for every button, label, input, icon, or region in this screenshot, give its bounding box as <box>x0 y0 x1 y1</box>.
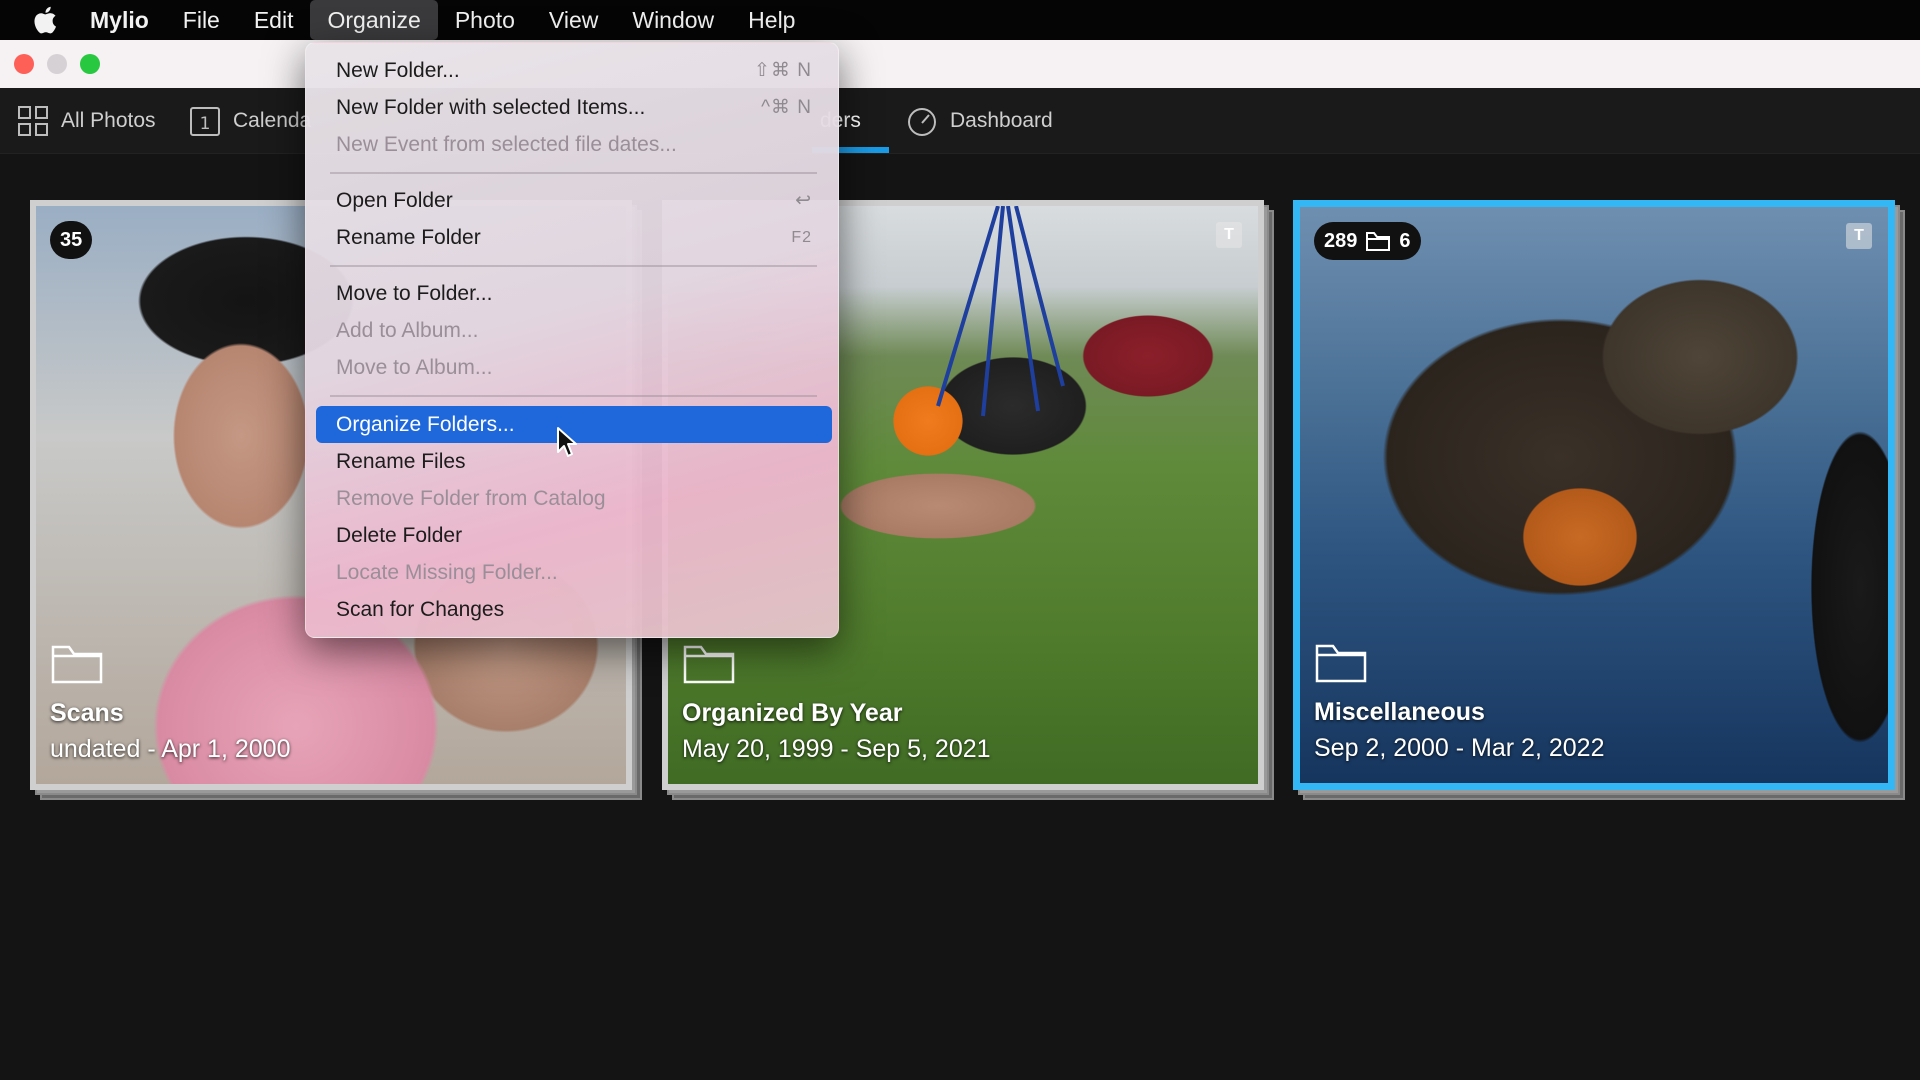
menu-item-scan-changes[interactable]: Scan for Changes <box>316 591 832 628</box>
menu-item-new-folder-selected[interactable]: New Folder with selected Items... ^⌘ N <box>316 89 832 126</box>
tab-all-photos-label: All Photos <box>61 109 156 132</box>
menu-item-label: Organize Folders... <box>336 412 515 436</box>
mouse-pointer-icon <box>557 427 577 457</box>
grid-icon <box>18 106 48 136</box>
menu-item-label: Rename Files <box>336 449 466 473</box>
menu-item-move-to-album: Move to Album... <box>316 349 832 386</box>
window-title-bar <box>0 40 1920 88</box>
shortcut-label: ^⌘ N <box>761 97 812 118</box>
menu-app-mylio[interactable]: Mylio <box>90 0 166 40</box>
menu-item-label: Open Folder <box>336 188 453 212</box>
organize-dropdown-menu: New Folder... ⇧⌘ N New Folder with selec… <box>305 42 839 638</box>
folder-icon <box>1315 644 1367 683</box>
close-window-button[interactable] <box>14 54 34 74</box>
menu-organize[interactable]: Organize <box>310 0 438 40</box>
menu-item-locate-missing: Locate Missing Folder... <box>316 554 832 591</box>
folder-grid: 35 Scans undated - Apr 1, 2000 T Organiz… <box>0 154 1920 1080</box>
menu-window[interactable]: Window <box>615 0 731 40</box>
menu-photo[interactable]: Photo <box>438 0 532 40</box>
zoom-window-button[interactable] <box>80 54 100 74</box>
folder-title: Organized By Year <box>682 699 903 727</box>
folder-date-range: undated - Apr 1, 2000 <box>50 735 291 763</box>
menu-item-remove-folder: Remove Folder from Catalog <box>316 480 832 517</box>
menu-item-label: New Folder... <box>336 58 460 82</box>
folder-date-range: Sep 2, 2000 - Mar 2, 2022 <box>1314 734 1605 762</box>
subfolder-icon <box>1366 232 1391 251</box>
menu-separator <box>330 265 817 267</box>
tab-all-photos[interactable]: All Photos <box>17 88 156 154</box>
menu-item-label: Add to Album... <box>336 318 479 342</box>
folder-card-frame-selected: 289 6 T Miscellaneous Sep 2, 2000 - Mar … <box>1293 200 1895 790</box>
menu-item-add-to-album: Add to Album... <box>316 312 832 349</box>
photo-count-badge: 289 6 <box>1314 222 1421 260</box>
folder-cover-photo: 289 6 T Miscellaneous Sep 2, 2000 - Mar … <box>1300 207 1888 783</box>
shortcut-label: F2 <box>791 228 812 246</box>
apple-logo-icon[interactable] <box>0 6 90 34</box>
shortcut-label: ⇧⌘ N <box>754 60 812 81</box>
menu-help[interactable]: Help <box>731 0 812 40</box>
tag-badge: T <box>1216 222 1242 248</box>
menu-item-label: Move to Folder... <box>336 281 493 305</box>
dashboard-gauge-icon <box>908 108 936 136</box>
photo-count: 289 <box>1324 229 1358 252</box>
menu-file[interactable]: File <box>166 0 237 40</box>
tab-dashboard[interactable]: Dashboard <box>906 88 1053 154</box>
menu-item-new-folder[interactable]: New Folder... ⇧⌘ N <box>316 52 832 89</box>
tag-badge: T <box>1846 223 1872 249</box>
menu-item-label: Rename Folder <box>336 225 481 249</box>
tab-dashboard-label: Dashboard <box>950 109 1053 132</box>
menu-item-label: New Event from selected file dates... <box>336 132 677 156</box>
menu-item-open-folder[interactable]: Open Folder ↩ <box>316 182 832 219</box>
menu-item-label: New Folder with selected Items... <box>336 95 646 119</box>
calendar-icon: 1 <box>190 107 220 136</box>
svg-text:1: 1 <box>200 114 211 134</box>
menu-view[interactable]: View <box>532 0 615 40</box>
menu-item-label: Delete Folder <box>336 523 463 547</box>
menu-item-rename-folder[interactable]: Rename Folder F2 <box>316 219 832 256</box>
system-menu-bar: Mylio File Edit Organize Photo View Wind… <box>0 0 1920 40</box>
menu-item-delete-folder[interactable]: Delete Folder <box>316 517 832 554</box>
subfolder-count: 6 <box>1399 229 1411 252</box>
menu-item-new-event: New Event from selected file dates... <box>316 126 832 163</box>
tab-calendar[interactable]: 1 Calenda <box>189 88 311 154</box>
zipline-straps-illustration <box>936 206 1065 417</box>
photo-count-badge: 35 <box>50 221 93 259</box>
folder-icon <box>683 645 735 684</box>
folder-card-miscellaneous[interactable]: 289 6 T Miscellaneous Sep 2, 2000 - Mar … <box>1293 200 1905 800</box>
menu-edit[interactable]: Edit <box>237 0 311 40</box>
folder-icon <box>51 645 103 684</box>
menu-separator <box>330 172 817 174</box>
menu-separator <box>330 395 817 397</box>
menu-item-move-to-folder[interactable]: Move to Folder... <box>316 275 832 312</box>
photo-count: 35 <box>60 228 83 251</box>
folder-title: Scans <box>50 699 124 727</box>
folder-date-range: May 20, 1999 - Sep 5, 2021 <box>682 735 991 763</box>
return-key-icon: ↩ <box>795 190 812 211</box>
menu-item-label: Locate Missing Folder... <box>336 560 558 584</box>
view-toolbar: All Photos 1 Calenda ders Dashboard <box>0 88 1920 154</box>
menu-item-label: Remove Folder from Catalog <box>336 486 606 510</box>
menu-item-label: Scan for Changes <box>336 597 505 621</box>
tab-calendar-label: Calenda <box>233 109 312 132</box>
menu-item-label: Move to Album... <box>336 355 493 379</box>
minimize-window-button[interactable] <box>47 54 67 74</box>
folder-title: Miscellaneous <box>1314 698 1485 726</box>
